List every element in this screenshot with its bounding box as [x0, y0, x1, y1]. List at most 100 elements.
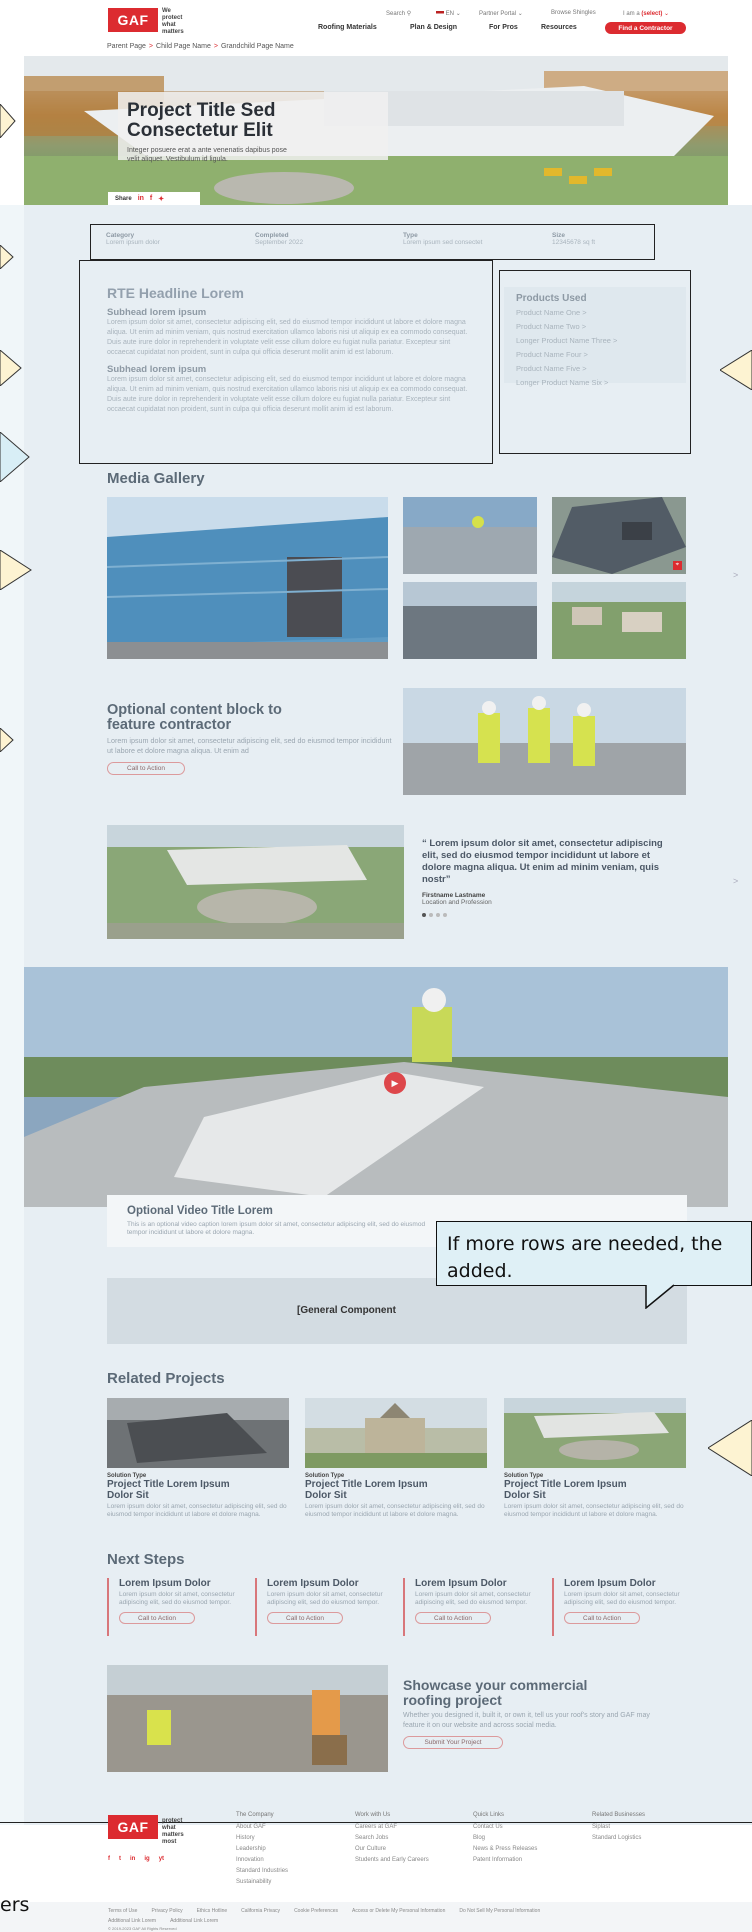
footer-link[interactable]: Contact Us — [473, 1822, 583, 1833]
footer-link[interactable]: Students and Early Careers — [355, 1857, 435, 1864]
nav-plan-design[interactable]: Plan & Design — [410, 24, 457, 31]
product-link[interactable]: Longer Product Name Six > — [516, 376, 617, 390]
video-player[interactable]: ▶ — [24, 967, 728, 1207]
next-step-cta-button[interactable]: Call to Action — [415, 1612, 491, 1624]
video-title: Optional Video Title Lorem — [127, 1205, 273, 1217]
feature-title-line: Optional content block to — [107, 702, 282, 718]
annotation-arrow-icon — [0, 245, 14, 269]
legal-link[interactable]: Cookie Preferences — [294, 1908, 338, 1914]
browse-shingles-link[interactable]: Browse Shingles — [551, 10, 596, 16]
legal-link[interactable]: Do Not Sell My Personal Information — [459, 1908, 540, 1914]
hero-subtitle-line: velit aliquet. Vestibulum id ligula. — [127, 156, 228, 163]
product-link[interactable]: Product Name Two > — [516, 320, 617, 334]
additional-link[interactable]: Additional Link Lorem — [170, 1918, 218, 1924]
footer-link[interactable]: About GAF — [236, 1822, 346, 1833]
gallery-image[interactable] — [552, 582, 686, 659]
footer-link[interactable]: Sustainability — [236, 1877, 346, 1888]
related-project-image — [504, 1398, 686, 1468]
meta-item: Category Lorem ipsum dolor — [106, 232, 206, 246]
persona-selector[interactable]: I am a (select) ⌄ — [623, 10, 669, 17]
gallery-image[interactable] — [403, 582, 537, 659]
footer-link[interactable]: Innovation — [236, 1855, 346, 1866]
product-link[interactable]: Product Name Five > — [516, 362, 617, 376]
annotation-arrow-icon — [708, 1420, 752, 1476]
footer-link[interactable]: Search Jobs — [355, 1833, 465, 1844]
footer-link[interactable]: Blog — [473, 1833, 583, 1844]
testimonial-next-icon[interactable]: > — [733, 876, 738, 886]
twitter-icon[interactable]: ✦ — [158, 195, 164, 203]
carousel-dot-icon[interactable] — [422, 913, 426, 917]
legal-link[interactable]: Ethics Hotline — [197, 1908, 228, 1914]
feature-cta-button[interactable]: Call to Action — [107, 762, 185, 775]
linkedin-icon[interactable]: in — [130, 1856, 135, 1862]
footer-gaf-logo[interactable]: GAF — [108, 1815, 158, 1839]
footer-column-heading: The Company — [236, 1812, 274, 1818]
footer-column-heading: Work with Us — [355, 1812, 391, 1818]
related-project-title-line: Dolor Sit — [107, 1490, 149, 1501]
next-step-cta-button[interactable]: Call to Action — [267, 1612, 343, 1624]
facebook-icon[interactable]: f — [150, 195, 152, 202]
footer-link[interactable]: Careers at GAF — [355, 1822, 465, 1833]
partner-portal-link[interactable]: Partner Portal ⌄ — [479, 10, 523, 17]
footer-link[interactable]: News & Press Releases — [473, 1844, 583, 1855]
nav-roofing-materials[interactable]: Roofing Materials — [318, 24, 377, 31]
play-icon[interactable]: ▶ — [384, 1072, 406, 1094]
gaf-logo[interactable]: GAF — [108, 8, 158, 32]
footer-link[interactable]: Standard Industries — [236, 1866, 346, 1877]
footer-link[interactable]: Standard Logistics — [592, 1833, 702, 1844]
twitter-icon[interactable]: t — [119, 1856, 121, 1862]
additional-link[interactable]: Additional Link Lorem — [108, 1918, 156, 1924]
find-contractor-button[interactable]: Find a Contractor — [605, 22, 686, 34]
next-step-cta-button[interactable]: Call to Action — [564, 1612, 640, 1624]
nav-resources[interactable]: Resources — [541, 24, 577, 31]
breadcrumb-link[interactable]: Parent Page — [107, 43, 146, 50]
legal-link[interactable]: Terms of Use — [108, 1908, 137, 1914]
next-step-title: Lorem Ipsum Dolor — [415, 1578, 507, 1589]
showcase-text: Whether you designed it, built it, or ow… — [403, 1712, 650, 1729]
callout-line: If more rows are needed, the — [447, 1233, 723, 1255]
product-link[interactable]: Longer Product Name Three > — [516, 334, 617, 348]
showcase-title-line: Showcase your commercial — [403, 1677, 588, 1693]
carousel-dot-icon[interactable] — [436, 913, 440, 917]
footer-link[interactable]: Leadership — [236, 1844, 346, 1855]
related-project-card[interactable]: Solution Type Project Title Lorem Ipsum D… — [107, 1398, 289, 1519]
product-link[interactable]: Product Name One > — [516, 306, 617, 320]
language-selector[interactable]: EN ⌄ — [436, 10, 461, 17]
footer-link[interactable]: Patent Information — [473, 1855, 583, 1866]
gallery-next-icon[interactable]: > — [733, 570, 738, 580]
tagline-line: matters — [162, 29, 184, 35]
search-link[interactable]: Search ⚲ — [386, 10, 411, 17]
annotation-arrow-icon — [0, 432, 30, 482]
products-heading: Products Used — [516, 293, 587, 304]
footer-link[interactable]: Siplast — [592, 1822, 702, 1833]
legal-link[interactable]: California Privacy — [241, 1908, 280, 1914]
linkedin-icon[interactable]: in — [138, 195, 144, 202]
related-project-card[interactable]: Solution Type Project Title Lorem Ipsum D… — [305, 1398, 487, 1519]
footer-link[interactable]: History — [236, 1833, 346, 1844]
legal-link[interactable]: Access or Delete My Personal Information — [352, 1908, 445, 1914]
media-gallery-heading: Media Gallery — [107, 470, 205, 487]
copyright: © 2019-2023 GAF All Rights Reserved — [108, 1926, 177, 1931]
product-link[interactable]: Product Name Four > — [516, 348, 617, 362]
related-project-card[interactable]: Solution Type Project Title Lorem Ipsum D… — [504, 1398, 686, 1519]
gallery-image[interactable] — [403, 497, 537, 574]
logo-tagline: We protect what matters — [162, 8, 202, 36]
breadcrumb-link[interactable]: Child Page Name — [156, 43, 211, 50]
gallery-image-main[interactable] — [107, 497, 388, 659]
testimonial-role: Location and Profession — [422, 899, 492, 906]
nav-for-pros[interactable]: For Pros — [489, 24, 518, 31]
gallery-image[interactable]: ⌖ — [552, 497, 686, 574]
callout-tail-icon — [645, 1284, 675, 1309]
carousel-dot-icon[interactable] — [443, 913, 447, 917]
expand-icon[interactable]: ⌖ — [672, 561, 682, 570]
carousel-dot-icon[interactable] — [429, 913, 433, 917]
submit-project-button[interactable]: Submit Your Project — [403, 1736, 503, 1749]
related-project-image — [305, 1398, 487, 1468]
instagram-icon[interactable]: ig — [144, 1856, 149, 1862]
legal-link[interactable]: Privacy Policy — [151, 1908, 182, 1914]
footer-link[interactable]: Our Culture — [355, 1844, 465, 1855]
next-step-cta-button[interactable]: Call to Action — [119, 1612, 195, 1624]
facebook-icon[interactable]: f — [108, 1856, 110, 1862]
youtube-icon[interactable]: yt — [159, 1856, 164, 1862]
meta-value: September 2022 — [255, 239, 304, 246]
